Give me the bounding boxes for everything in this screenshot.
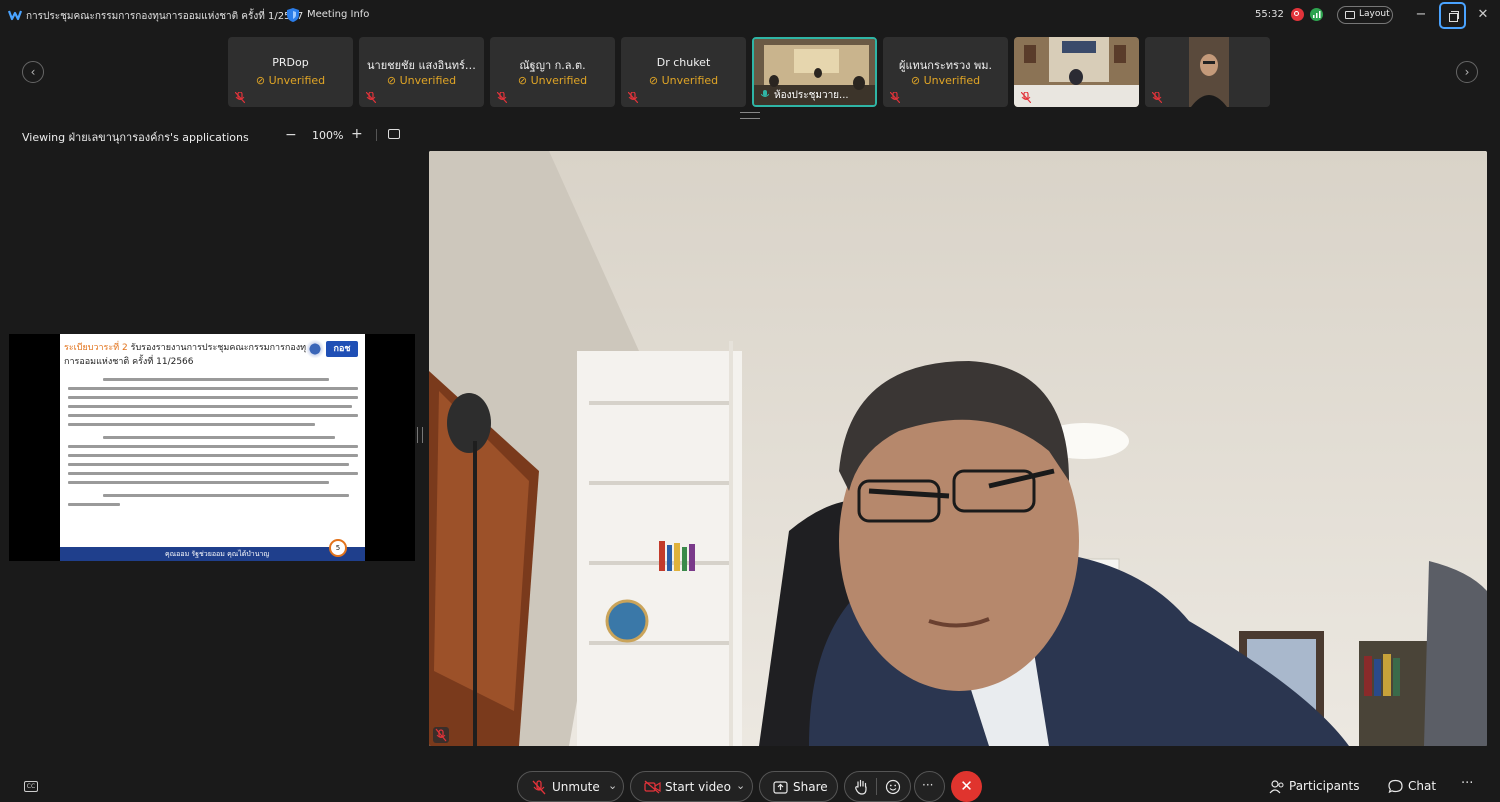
more-options-button[interactable]: ··· <box>914 771 945 802</box>
prev-participants-button[interactable]: ‹ <box>22 61 44 83</box>
muted-mic-icon <box>366 92 376 103</box>
office-video-thumbnail <box>1014 37 1139 107</box>
slide-page-number: 5 <box>329 539 347 557</box>
layout-button[interactable]: Layout <box>1337 6 1393 24</box>
viewing-share-label: Viewing ฝ่ายเลขานุการองค์กร's applicatio… <box>22 131 249 144</box>
slide-heading-line2: การออมแห่งชาติ ครั้งที่ 11/2566 <box>64 357 194 367</box>
popout-share-icon[interactable] <box>388 129 400 139</box>
leave-meeting-button[interactable]: ✕ <box>951 771 982 802</box>
slide-heading: ระเบียบวาระที่ 2 รับรองรายงานการประชุมคณ… <box>64 343 313 353</box>
video-off-icon <box>644 780 661 794</box>
muted-mic-icon <box>890 92 900 103</box>
participant-tile-active-speaker[interactable]: ห้องประชุมวาย... <box>752 37 877 107</box>
zoom-out-button[interactable]: − <box>285 127 297 143</box>
muted-mic-icon <box>235 92 245 103</box>
unverified-badge: ⊘ Unverified <box>255 74 326 87</box>
slide-footer-slogan: คุณออม รัฐช่วยออม คุณได้บำนาญ <box>165 550 270 558</box>
toolbar-divider <box>376 129 377 141</box>
close-window-button[interactable]: ✕ <box>1476 7 1490 23</box>
restore-window-button[interactable] <box>1439 2 1466 29</box>
layout-grid-icon <box>1345 11 1355 19</box>
unverified-badge: ⊘ Unverified <box>386 74 457 87</box>
unverified-badge: ⊘ Unverified <box>517 74 588 87</box>
next-participants-button[interactable]: › <box>1456 61 1478 83</box>
participant-tile[interactable] <box>1145 37 1270 107</box>
participant-tile[interactable]: Dr chuket ⊘ Unverified <box>621 37 746 107</box>
participants-icon <box>1269 780 1284 794</box>
shield-icon[interactable] <box>286 7 300 23</box>
zoom-level: 100% <box>312 129 344 142</box>
slide-body-text <box>68 378 358 512</box>
start-video-button[interactable]: Start video ⌄ <box>630 771 753 802</box>
participants-button[interactable]: Participants <box>1289 779 1360 793</box>
unmute-button[interactable]: Unmute ⌄ <box>517 771 624 802</box>
filmstrip-resize-handle[interactable] <box>740 112 760 119</box>
meeting-title: การประชุมคณะกรรมการกองทุนการออมแห่งชาติ … <box>26 11 304 22</box>
participant-tile[interactable]: นายชยชัย แสงอินทร์ (... ⊘ Unverified <box>359 37 484 107</box>
participant-name: Dr chuket <box>656 56 711 69</box>
share-button[interactable]: Share <box>759 771 838 802</box>
recording-icon[interactable] <box>1291 8 1304 21</box>
meeting-info-button[interactable]: Meeting Info <box>307 9 369 20</box>
mic-on-icon <box>761 90 769 97</box>
unmute-label: Unmute <box>552 780 600 794</box>
network-signal-icon[interactable] <box>1310 8 1323 21</box>
webex-logo-icon <box>8 10 22 21</box>
raise-hand-icon[interactable] <box>854 779 868 795</box>
muted-mic-icon <box>628 92 638 103</box>
participant-tile[interactable]: ณัฐญา ก.ล.ต. ⊘ Unverified <box>490 37 615 107</box>
participant-name: ณัฐญา ก.ล.ต. <box>519 59 586 72</box>
muted-mic-icon <box>1021 92 1031 103</box>
muted-mic-icon <box>1152 92 1162 103</box>
share-label: Share <box>793 780 828 794</box>
unverified-badge: ⊘ Unverified <box>910 74 981 87</box>
participant-video-thumbnail <box>1145 37 1270 107</box>
layout-label: Layout <box>1359 9 1390 19</box>
reactions-group <box>844 771 911 802</box>
zoom-in-button[interactable]: + <box>351 126 363 142</box>
chevron-down-icon[interactable]: ⌄ <box>608 779 617 792</box>
main-video-muted-mic-icon <box>433 727 449 743</box>
chat-icon <box>1388 779 1403 794</box>
participant-name: PRDop <box>272 56 309 69</box>
panel-resize-handle[interactable] <box>417 427 423 443</box>
chat-button[interactable]: Chat <box>1408 779 1436 793</box>
closed-captions-button[interactable]: CC <box>24 781 38 792</box>
emoji-reaction-icon[interactable] <box>885 779 901 795</box>
share-screen-icon <box>773 781 788 794</box>
more-panels-button[interactable]: ··· <box>1461 776 1473 791</box>
participant-name: ผู้แทนกระทรวง พม. <box>899 59 992 72</box>
participant-name: ห้องประชุมวาย... <box>774 90 849 101</box>
speaker-video-frame <box>429 151 1487 746</box>
slide-footer: คุณออม รัฐช่วยออม คุณได้บำนาญ <box>60 547 365 561</box>
participant-tile[interactable]: ผู้แทนกระทรวง พม. ⊘ Unverified <box>883 37 1008 107</box>
participant-tile[interactable]: PRDop ⊘ Unverified <box>228 37 353 107</box>
organization-seal-icon <box>306 339 324 359</box>
shared-slide: ระเบียบวาระที่ 2 รับรองรายงานการประชุมคณ… <box>60 334 365 561</box>
organization-logo: กอช <box>326 341 358 357</box>
minimize-window-button[interactable]: − <box>1414 8 1428 22</box>
muted-mic-icon <box>532 780 546 795</box>
participant-name: นายชยชัย แสงอินทร์ (... <box>367 59 484 72</box>
main-speaker-video[interactable] <box>429 151 1487 746</box>
unverified-badge: ⊘ Unverified <box>648 74 719 87</box>
start-video-label: Start video <box>665 780 731 794</box>
reactions-divider <box>876 778 877 795</box>
participant-tile[interactable] <box>1014 37 1139 107</box>
muted-mic-icon <box>497 92 507 103</box>
meeting-timer: 55:32 <box>1255 9 1284 20</box>
chevron-down-icon[interactable]: ⌄ <box>736 779 745 792</box>
